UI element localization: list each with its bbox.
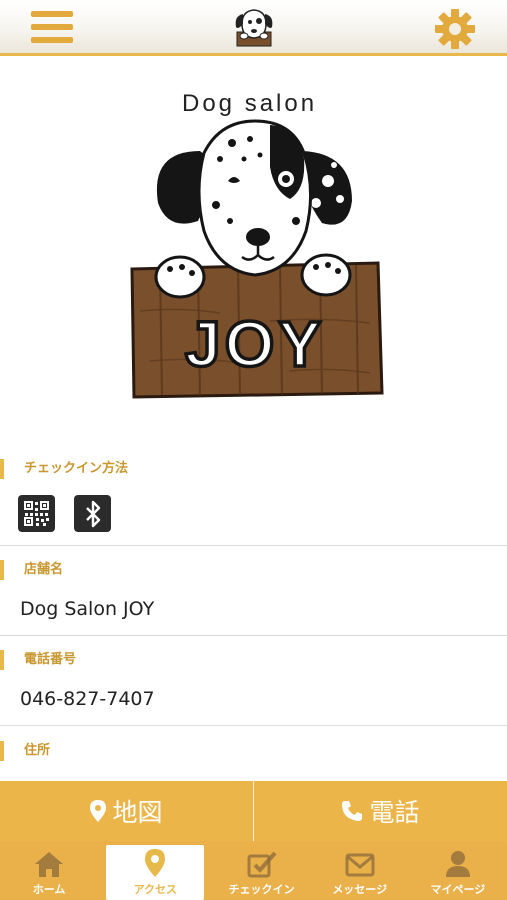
phone-section: 電話番号 046-827-7407 [0, 650, 507, 726]
map-button-label: 地図 [112, 798, 163, 827]
user-icon [445, 851, 470, 877]
dog-logo-icon [235, 9, 273, 47]
tab-checkin[interactable]: チェックイン [212, 841, 310, 900]
shop-name-title: 店舗名 [0, 560, 63, 580]
qr-code-icon[interactable] [18, 495, 55, 532]
logo-top-text: Dog salon [182, 90, 317, 117]
checkin-method-title: チェックイン方法 [0, 459, 128, 479]
location-pin-icon [145, 849, 166, 877]
salon-logo-area: Dog salon JOY [0, 59, 507, 439]
app-header [0, 0, 507, 56]
tab-access[interactable]: アクセス [106, 845, 205, 900]
tab-home-label: ホーム [32, 883, 66, 896]
home-icon [35, 852, 64, 877]
tab-mypage[interactable]: マイページ [409, 841, 507, 900]
tab-message-label: メッセージ [332, 883, 388, 896]
phone-value[interactable]: 046-827-7407 [20, 688, 155, 710]
call-button[interactable]: 電話 [254, 781, 507, 841]
action-bar: 地図 電話 [0, 781, 507, 841]
gear-icon[interactable] [434, 8, 476, 50]
tab-mypage-label: マイページ [430, 883, 486, 896]
bluetooth-icon[interactable] [74, 495, 111, 532]
map-button[interactable]: 地図 [0, 781, 253, 841]
tab-message[interactable]: メッセージ [311, 841, 409, 900]
salon-logo: Dog salon JOY [130, 90, 384, 399]
map-pin-icon [90, 800, 107, 822]
tab-access-label: アクセス [133, 883, 178, 896]
bottom-tab-bar: ホーム アクセス チェックイン メッセージ マイページ [0, 841, 507, 900]
address-title: 住所 [0, 741, 50, 761]
action-divider [253, 781, 254, 841]
phone-title: 電話番号 [0, 650, 76, 670]
shop-name-value: Dog Salon JOY [20, 598, 155, 620]
shop-name-section: 店舗名 Dog Salon JOY [0, 560, 507, 636]
phone-icon [342, 801, 363, 821]
address-section: 住所 [0, 741, 507, 781]
tab-home[interactable]: ホーム [0, 841, 98, 900]
tab-checkin-label: チェックイン [228, 883, 295, 896]
envelope-icon [345, 853, 375, 877]
call-button-label: 電話 [369, 798, 420, 827]
logo-board-text: JOY [185, 308, 325, 380]
checkin-icon [247, 851, 276, 878]
hamburger-icon[interactable] [31, 11, 73, 45]
checkin-method-section: チェックイン方法 [0, 459, 507, 546]
